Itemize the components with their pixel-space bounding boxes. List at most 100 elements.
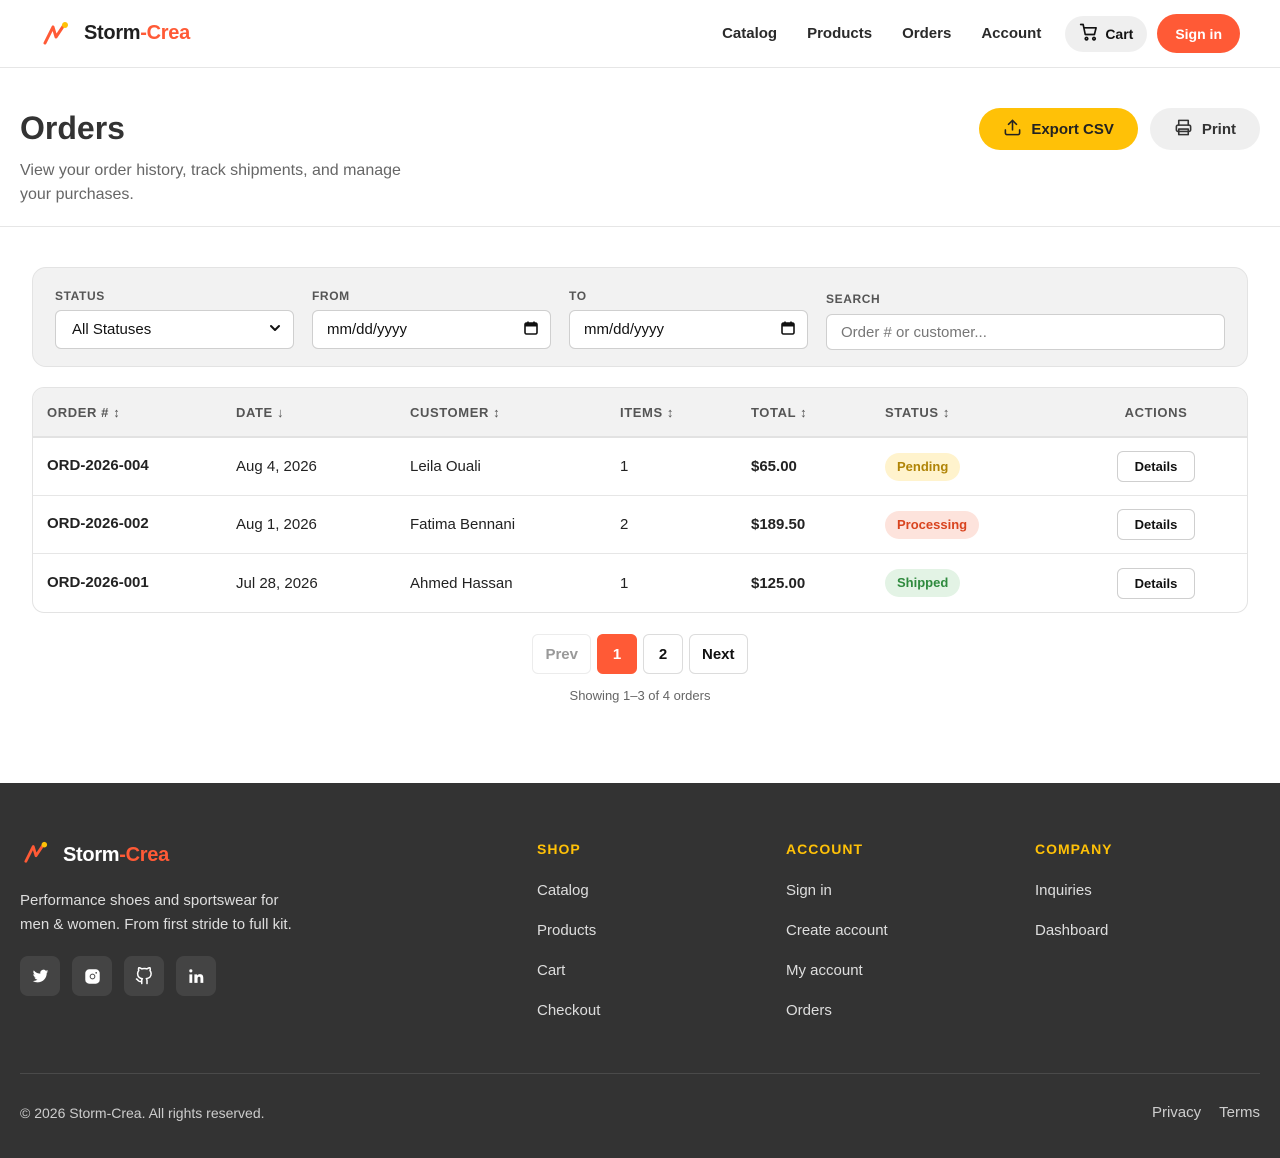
footer-shop-column: SHOP Catalog Products Cart Checkout xyxy=(537,841,600,1019)
items-cell: 1 xyxy=(620,574,629,592)
actions-cell: Details xyxy=(1065,509,1247,540)
table-header: ORDER # ↕ DATE ↓ CUSTOMER ↕ ITEMS ↕ TOTA… xyxy=(33,388,1247,438)
brand-logo-link[interactable]: Storm-Crea xyxy=(42,21,190,47)
customer-cell: Leila Ouali xyxy=(410,458,481,475)
legal-links: Privacy Terms xyxy=(1152,1104,1260,1121)
nav-catalog[interactable]: Catalog xyxy=(722,25,777,42)
details-button[interactable]: Details xyxy=(1116,567,1196,599)
export-csv-label: Export CSV xyxy=(1031,120,1114,138)
details-button[interactable]: Details xyxy=(1116,451,1196,482)
social-links xyxy=(20,956,216,996)
instagram-icon[interactable] xyxy=(72,956,112,996)
from-date-value: mm/dd/yyyy xyxy=(327,321,408,338)
footer-link-checkout[interactable]: Checkout xyxy=(537,1002,600,1019)
footer-link-dashboard[interactable]: Dashboard xyxy=(1035,922,1113,939)
calendar-icon[interactable] xyxy=(781,321,795,339)
status-filter: STATUS All Statuses xyxy=(55,288,294,366)
items-cell: 2 xyxy=(620,516,629,533)
privacy-link[interactable]: Privacy xyxy=(1152,1104,1201,1121)
twitter-icon[interactable] xyxy=(20,956,60,996)
next-page-button[interactable]: Next xyxy=(689,634,748,674)
col-items[interactable]: ITEMS ↕ xyxy=(620,405,751,420)
page-subtitle: View your order history, track shipments… xyxy=(20,162,401,203)
table-row: ORD-2026-001 Jul 28, 2026 Ahmed Hassan 1 $12… xyxy=(33,554,1247,612)
nav-account[interactable]: Account xyxy=(981,25,1041,42)
status-filter-label: STATUS xyxy=(55,289,105,303)
footer-account-column: ACCOUNT Sign in Create account My accoun… xyxy=(786,841,888,1019)
col-status[interactable]: STATUS ↕ xyxy=(885,405,1065,420)
footer-link-inquiries[interactable]: Inquiries xyxy=(1035,882,1113,899)
upload-icon xyxy=(1003,118,1022,141)
customer-cell: Fatima Bennani xyxy=(410,516,516,533)
table-row: ORD-2026-002 Aug 1, 2026 Fatima Bennani 2 $1… xyxy=(33,496,1247,554)
chevron-down-icon xyxy=(269,321,281,338)
github-icon[interactable] xyxy=(124,956,164,996)
footer-link-sign-in[interactable]: Sign in xyxy=(786,882,888,899)
footer-account-title: ACCOUNT xyxy=(786,841,863,857)
footer-link-products[interactable]: Products xyxy=(537,922,600,939)
footer-shop-title: SHOP xyxy=(537,841,581,857)
terms-link[interactable]: Terms xyxy=(1219,1104,1260,1121)
order-number-cell: ORD-2026-002 xyxy=(47,515,149,532)
col-total[interactable]: TOTAL ↕ xyxy=(751,405,885,420)
table-row: ORD-2026-004 Aug 4, 2026 Leila Ouali 1 $65.0… xyxy=(33,438,1247,496)
pagination: Prev 1 2 Next xyxy=(0,634,1280,674)
footer-link-my-account[interactable]: My account xyxy=(786,962,888,979)
calendar-icon[interactable] xyxy=(524,321,538,339)
cart-icon xyxy=(1079,22,1099,45)
page-1-button[interactable]: 1 xyxy=(597,634,637,674)
status-cell: Processing xyxy=(885,510,1065,539)
nav-orders[interactable]: Orders xyxy=(902,25,951,42)
actions-cell: Details xyxy=(1065,567,1247,599)
search-label: SEARCH xyxy=(826,292,881,306)
date-cell: Aug 1, 2026 xyxy=(236,516,317,533)
total-cell: $189.50 xyxy=(751,516,806,533)
orders-table: ORDER # ↕ DATE ↓ CUSTOMER ↕ ITEMS ↕ TOTA… xyxy=(32,387,1248,613)
print-label: Print xyxy=(1201,120,1236,138)
customer-cell: Ahmed Hassan xyxy=(410,574,513,592)
export-csv-button[interactable]: Export CSV xyxy=(979,108,1138,150)
to-date-input[interactable]: mm/dd/yyyy xyxy=(569,310,808,349)
prev-page-button[interactable]: Prev xyxy=(532,634,591,674)
site-footer: Storm-Crea Performance shoes and sportsw… xyxy=(0,783,1280,1158)
nav-products[interactable]: Products xyxy=(807,25,872,42)
page-2-button[interactable]: 2 xyxy=(643,634,683,674)
to-date-filter: TO mm/dd/yyyy xyxy=(569,288,808,366)
logo-icon xyxy=(42,21,70,47)
date-cell: Jul 28, 2026 xyxy=(236,574,318,592)
footer-brand-name: Storm-Crea xyxy=(63,844,169,866)
print-button[interactable]: Print xyxy=(1149,108,1260,150)
to-date-value: mm/dd/yyyy xyxy=(584,321,665,338)
footer-company-title: COMPANY xyxy=(1035,841,1113,857)
footer-company-column: COMPANY Inquiries Dashboard xyxy=(1035,841,1113,939)
col-actions: ACTIONS xyxy=(1124,404,1188,420)
footer-link-catalog[interactable]: Catalog xyxy=(537,882,600,899)
search-input[interactable]: Order # or customer... xyxy=(826,314,1225,350)
page-actions: Export CSV Print xyxy=(979,108,1260,150)
brand-name: Storm-Crea xyxy=(84,22,190,44)
col-customer[interactable]: CUSTOMER ↕ xyxy=(410,405,620,420)
linkedin-icon[interactable] xyxy=(176,956,216,996)
order-number-cell: ORD-2026-004 xyxy=(47,457,149,474)
footer-link-orders[interactable]: Orders xyxy=(786,1002,888,1019)
status-cell: Pending xyxy=(885,452,1065,481)
sign-in-button[interactable]: Sign in xyxy=(1157,14,1240,53)
from-date-input[interactable]: mm/dd/yyyy xyxy=(312,310,551,349)
date-cell: Aug 4, 2026 xyxy=(236,458,317,475)
cart-button[interactable]: Cart xyxy=(1065,15,1148,52)
details-button[interactable]: Details xyxy=(1116,509,1196,540)
col-date[interactable]: DATE ↓ xyxy=(236,405,410,420)
copyright: © 2026 Storm-Crea. All rights reserved. xyxy=(20,1105,265,1121)
status-badge: Pending xyxy=(885,452,961,481)
items-cell: 1 xyxy=(620,458,629,475)
footer-link-cart[interactable]: Cart xyxy=(537,962,600,979)
cart-label: Cart xyxy=(1105,25,1134,42)
col-order-number[interactable]: ORDER # ↕ xyxy=(33,405,236,420)
printer-icon xyxy=(1174,118,1193,141)
footer-brand[interactable]: Storm-Crea xyxy=(23,841,169,870)
main-nav: Catalog Products Orders Account xyxy=(722,25,1041,42)
total-cell: $65.00 xyxy=(751,458,797,475)
footer-description: Performance shoes and sportswear for men… xyxy=(20,892,292,933)
status-select[interactable]: All Statuses xyxy=(55,310,294,349)
footer-link-create-account[interactable]: Create account xyxy=(786,922,888,939)
